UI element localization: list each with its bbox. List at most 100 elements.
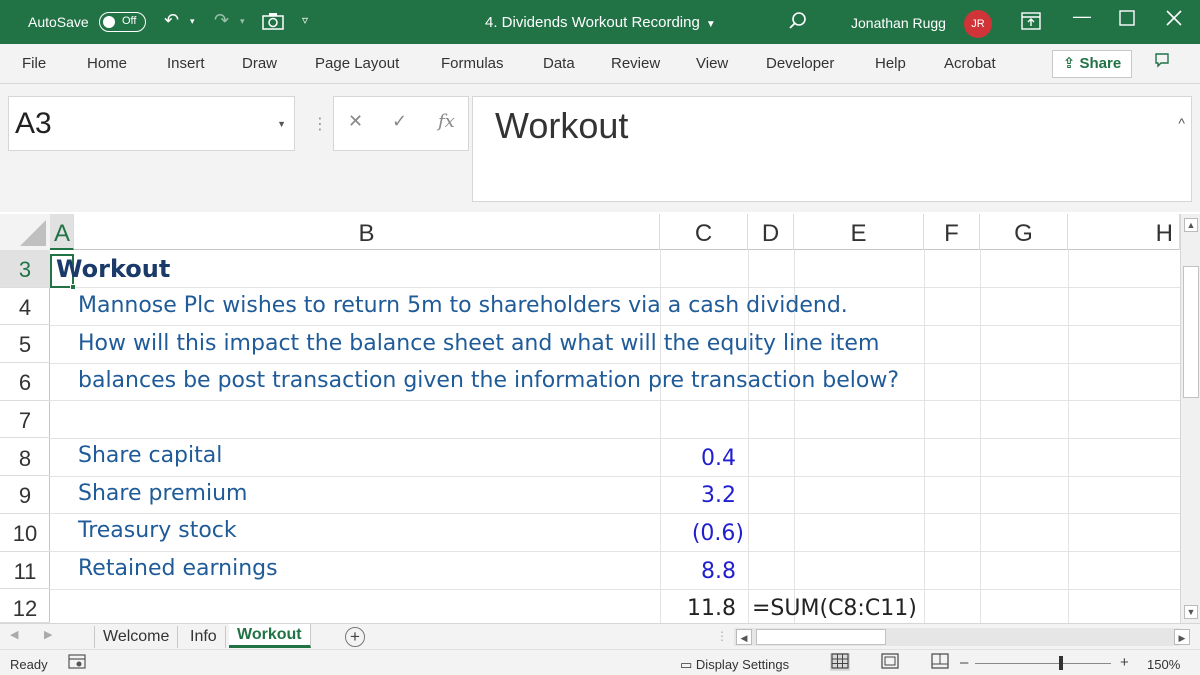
- insert-function-button[interactable]: fx: [438, 111, 455, 132]
- row-header-9[interactable]: 9: [0, 476, 50, 514]
- sheet-tab-workout[interactable]: Workout: [229, 624, 311, 648]
- macro-recording-icon[interactable]: [68, 654, 86, 674]
- document-title-dropdown[interactable]: 4. Dividends Workout Recording ▼: [485, 14, 716, 31]
- page-layout-view-icon[interactable]: [880, 653, 900, 671]
- collapse-formula-bar-icon[interactable]: ^: [1178, 115, 1185, 131]
- scroll-up-icon[interactable]: ▲: [1184, 218, 1198, 232]
- vertical-scrollbar[interactable]: ▲ ▼: [1180, 214, 1200, 623]
- column-header-b[interactable]: B: [74, 214, 660, 250]
- add-sheet-button[interactable]: +: [345, 627, 365, 647]
- close-icon[interactable]: [1165, 9, 1183, 32]
- tab-acrobat[interactable]: Acrobat: [944, 55, 996, 72]
- row-header-8[interactable]: 8: [0, 439, 50, 477]
- scroll-right-icon[interactable]: ▶: [1174, 629, 1190, 645]
- row-header-5[interactable]: 5: [0, 325, 50, 364]
- row-header-7[interactable]: 7: [0, 401, 50, 439]
- zoom-level[interactable]: 150%: [1147, 657, 1180, 672]
- select-all-button[interactable]: [0, 214, 50, 250]
- value-treasury-stock[interactable]: (0.6): [660, 521, 744, 546]
- customize-toolbar-icon[interactable]: ▿: [302, 13, 308, 27]
- tab-formulas[interactable]: Formulas: [441, 55, 504, 72]
- camera-icon[interactable]: [262, 12, 284, 35]
- question-line-2[interactable]: How will this impact the balance sheet a…: [78, 331, 879, 356]
- undo-icon[interactable]: ↶: [164, 10, 179, 31]
- tab-home[interactable]: Home: [87, 55, 127, 72]
- label-retained-earnings[interactable]: Retained earnings: [78, 556, 278, 581]
- row-header-3[interactable]: 3: [0, 250, 50, 288]
- row-divider: [50, 551, 1180, 552]
- previous-sheet-icon[interactable]: ◀: [10, 628, 18, 641]
- row-header-10[interactable]: 10: [0, 514, 50, 552]
- tab-review[interactable]: Review: [611, 55, 660, 72]
- tab-data[interactable]: Data: [543, 55, 575, 72]
- next-sheet-icon[interactable]: ▶: [44, 628, 52, 641]
- horizontal-scroll-thumb[interactable]: [756, 629, 886, 645]
- label-treasury-stock[interactable]: Treasury stock: [78, 518, 237, 543]
- avatar[interactable]: JR: [964, 10, 992, 38]
- share-button[interactable]: ⇪ Share: [1052, 50, 1132, 78]
- page-break-preview-icon[interactable]: [930, 653, 950, 671]
- tab-draw[interactable]: Draw: [242, 55, 277, 72]
- column-header-e[interactable]: E: [794, 214, 924, 250]
- split-grip-icon[interactable]: ⋮: [716, 629, 728, 643]
- autosave-toggle[interactable]: Off: [99, 12, 146, 32]
- column-header-h[interactable]: H: [1068, 214, 1180, 250]
- question-line-3[interactable]: balances be post transaction given the i…: [78, 368, 899, 393]
- chevron-down-icon: ▼: [705, 19, 716, 30]
- column-header-c[interactable]: C: [660, 214, 748, 250]
- redo-dropdown-icon[interactable]: ▾: [240, 16, 245, 27]
- ribbon-display-options-icon[interactable]: [1021, 12, 1041, 35]
- tab-view[interactable]: View: [696, 55, 728, 72]
- value-share-premium[interactable]: 3.2: [660, 483, 736, 508]
- cell-grid[interactable]: Workout Mannose Plc wishes to return 5m …: [50, 250, 1180, 623]
- row-divider: [50, 438, 1180, 439]
- normal-view-icon[interactable]: [830, 653, 850, 671]
- tab-developer[interactable]: Developer: [766, 55, 834, 72]
- column-header-d[interactable]: D: [748, 214, 794, 250]
- column-header-f[interactable]: F: [924, 214, 980, 250]
- undo-dropdown-icon[interactable]: ▾: [190, 16, 195, 27]
- sheet-tab-info[interactable]: Info: [182, 626, 226, 648]
- fill-handle[interactable]: [70, 284, 76, 290]
- cancel-icon[interactable]: ✕: [348, 111, 363, 132]
- sheet-tab-welcome[interactable]: Welcome: [94, 626, 179, 648]
- vertical-scroll-thumb[interactable]: [1183, 266, 1199, 398]
- display-settings-button[interactable]: ▭ Display Settings: [680, 657, 789, 673]
- row-header-6[interactable]: 6: [0, 363, 50, 401]
- column-header-g[interactable]: G: [980, 214, 1068, 250]
- scroll-left-icon[interactable]: ◀: [736, 629, 752, 645]
- enter-icon[interactable]: ✓: [392, 111, 407, 132]
- value-total[interactable]: 11.8: [660, 596, 736, 621]
- tab-file[interactable]: File: [22, 55, 46, 72]
- search-icon[interactable]: [788, 11, 808, 36]
- row-header-12[interactable]: 12: [0, 589, 50, 624]
- value-share-capital[interactable]: 0.4: [660, 446, 736, 471]
- comments-icon[interactable]: [1154, 52, 1170, 73]
- chevron-down-icon[interactable]: ▼: [277, 119, 286, 129]
- minimize-icon[interactable]: —: [1073, 6, 1091, 27]
- label-share-premium[interactable]: Share premium: [78, 481, 247, 506]
- formula-bar-grip-icon[interactable]: ⋮: [312, 114, 328, 134]
- label-share-capital[interactable]: Share capital: [78, 443, 222, 468]
- redo-icon[interactable]: ↷: [214, 10, 229, 31]
- tab-insert[interactable]: Insert: [167, 55, 205, 72]
- zoom-slider-thumb[interactable]: [1059, 656, 1063, 670]
- question-line-1[interactable]: Mannose Plc wishes to return 5m to share…: [78, 293, 848, 318]
- formula-input[interactable]: Workout ^: [472, 96, 1192, 202]
- horizontal-scrollbar[interactable]: ◀ ▶: [734, 628, 1190, 646]
- column-header-a[interactable]: A: [50, 214, 74, 250]
- zoom-slider-track[interactable]: [975, 663, 1111, 664]
- row-header-11[interactable]: 11: [0, 552, 50, 590]
- zoom-out-icon[interactable]: –: [960, 654, 968, 671]
- user-name[interactable]: Jonathan Rugg: [851, 15, 946, 31]
- value-retained-earnings[interactable]: 8.8: [660, 559, 736, 584]
- name-box[interactable]: A3 ▼: [8, 96, 295, 151]
- tab-help[interactable]: Help: [875, 55, 906, 72]
- maximize-icon[interactable]: [1119, 10, 1135, 31]
- zoom-in-icon[interactable]: +: [1120, 654, 1129, 671]
- scroll-down-icon[interactable]: ▼: [1184, 605, 1198, 619]
- sheet-title[interactable]: Workout: [56, 255, 170, 283]
- total-formula[interactable]: =SUM(C8:C11): [752, 596, 917, 621]
- tab-page-layout[interactable]: Page Layout: [315, 55, 399, 72]
- row-header-4[interactable]: 4: [0, 288, 50, 326]
